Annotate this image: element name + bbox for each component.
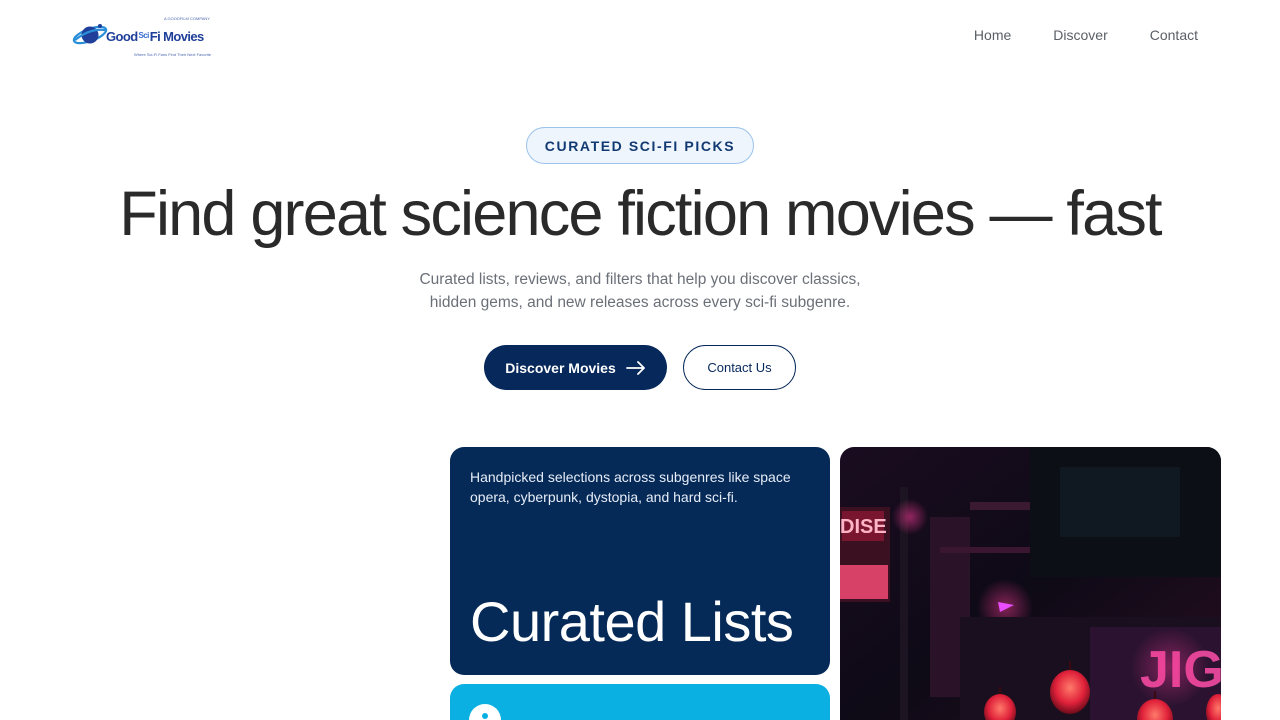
contact-us-button[interactable]: Contact Us <box>683 345 796 390</box>
hero-subtitle: Curated lists, reviews, and filters that… <box>340 268 940 314</box>
curated-lists-title: Curated Lists <box>470 590 794 653</box>
brand-name-left: Good <box>106 29 138 44</box>
brand-logo[interactable]: A GOODFILM COMPANY GoodSciFi Movies Wher… <box>72 16 211 60</box>
hero-subtitle-line-2: hidden gems, and new releases across eve… <box>429 294 851 311</box>
nav-home[interactable]: Home <box>974 27 1011 43</box>
hero-badge: CURATED SCI-FI PICKS <box>526 127 754 164</box>
discover-movies-button[interactable]: Discover Movies <box>484 345 667 390</box>
hero-subtitle-line-1: Curated lists, reviews, and filters that… <box>419 271 861 288</box>
main-nav: Home Discover Contact <box>974 27 1198 43</box>
brand-name-right: Fi Movies <box>149 29 204 44</box>
curated-lists-card[interactable]: Handpicked selections across subgenres l… <box>450 447 830 675</box>
brand-name: GoodSciFi Movies <box>106 29 204 44</box>
brand-name-mid: Sci <box>138 31 150 40</box>
nav-contact[interactable]: Contact <box>1150 27 1198 43</box>
hero-title: Find great science fiction movies — fast <box>119 179 1162 249</box>
arrow-right-icon <box>625 360 645 375</box>
cyberpunk-scene-illustration: DISE JIG <box>840 447 1221 720</box>
planet-icon <box>72 24 108 45</box>
brand-tagline-top: A GOODFILM COMPANY <box>164 16 210 21</box>
neon-sign-text: DISE <box>840 516 887 538</box>
curated-lists-description: Handpicked selections across subgenres l… <box>470 469 791 505</box>
site-header: A GOODFILM COMPANY GoodSciFi Movies Wher… <box>0 0 1280 72</box>
brand-tagline-bottom: Where Sci-Fi Fans Find Their Next Favori… <box>134 52 212 57</box>
feature-icon <box>469 704 501 720</box>
nav-discover[interactable]: Discover <box>1053 27 1107 43</box>
discover-movies-label: Discover Movies <box>505 359 616 376</box>
cyberpunk-street-image: DISE JIG <box>840 447 1221 720</box>
feature-card-cyan[interactable] <box>450 684 830 720</box>
